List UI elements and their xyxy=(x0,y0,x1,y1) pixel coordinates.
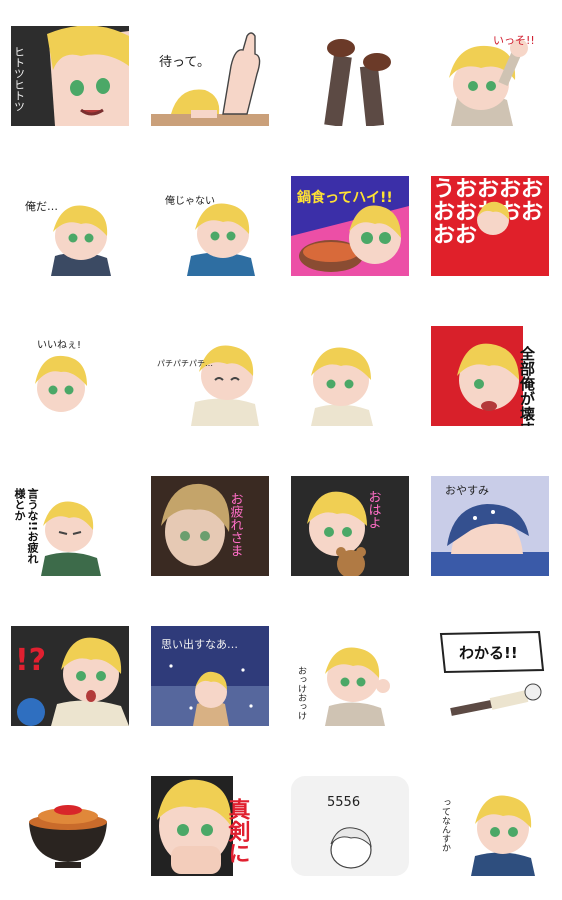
sticker-pachi-caption: パチパチパチ… xyxy=(157,359,213,368)
sticker-oreda-caption: 俺だ… xyxy=(25,199,58,213)
sticker-grid: ヒトツヒトツ 待って。 いっそ!! 俺だ… 俺じゃない 鍋食ってハイ!! うおお… xyxy=(0,0,562,900)
sticker-omoidasu-caption: 思い出すなあ… xyxy=(161,637,238,651)
sticker-nabe-art: 鍋食ってハイ!! xyxy=(291,176,409,276)
sticker-smile-art xyxy=(291,326,409,426)
sticker-hitotsu-caption: ヒトツヒトツ xyxy=(13,46,26,112)
sticker-oyasumi-art: おやすみ xyxy=(431,476,549,576)
sticker-5556-art: 5556 xyxy=(291,776,409,876)
sticker-wakaru-caption: わかる!! xyxy=(459,644,518,662)
sticker-uooo-art: うおおおおおおおおおおお xyxy=(431,176,549,276)
sticker-okke[interactable]: おっけおっけ xyxy=(291,626,409,726)
sticker-surprise[interactable]: !? xyxy=(11,626,129,726)
sticker-ohayo[interactable]: おはよ xyxy=(291,476,409,576)
sticker-pachi-art: パチパチパチ… xyxy=(151,326,269,426)
sticker-legs[interactable] xyxy=(291,26,409,126)
sticker-5556-caption: 5556 xyxy=(327,795,360,810)
sticker-ohayo-art: おはよ xyxy=(291,476,409,576)
sticker-shinken-caption: 真剣に xyxy=(225,797,252,864)
sticker-matte-art: 待って。 xyxy=(151,26,269,126)
sticker-zenbu[interactable]: 全部俺が壊す xyxy=(431,326,549,426)
sticker-orejanai-art: 俺じゃない xyxy=(151,176,269,276)
sticker-isso-art: いっそ!! xyxy=(431,26,549,126)
sticker-uooo[interactable]: うおおおおおおおおおおお xyxy=(431,176,549,276)
sticker-wakaru[interactable]: わかる!! xyxy=(431,626,549,726)
sticker-hitotsu-art: ヒトツヒトツ xyxy=(11,26,129,126)
sticker-smile[interactable] xyxy=(291,326,409,426)
sticker-surprise-art: !? xyxy=(11,626,129,726)
sticker-oreda[interactable]: 俺だ… xyxy=(11,176,129,276)
sticker-matte-caption: 待って。 xyxy=(159,55,210,70)
sticker-iuna-art: 言うな!!お疲れ様とか xyxy=(11,476,129,576)
sticker-shinken[interactable]: 真剣に xyxy=(151,776,269,876)
sticker-iinee-caption: いいねぇ! xyxy=(37,339,81,351)
sticker-otsukare-art: お疲れさま xyxy=(151,476,269,576)
sticker-iuna-caption: 言うな!!お疲れ様とか xyxy=(13,488,39,565)
sticker-hitotsu[interactable]: ヒトツヒトツ xyxy=(11,26,129,126)
sticker-nansuka-caption: ってなんすか xyxy=(440,798,451,852)
sticker-otsukare[interactable]: お疲れさま xyxy=(151,476,269,576)
sticker-shinken-art: 真剣に xyxy=(151,776,269,876)
sticker-iinee[interactable]: いいねぇ! xyxy=(11,326,129,426)
sticker-okke-caption: おっけおっけ xyxy=(296,666,306,720)
sticker-pachi[interactable]: パチパチパチ… xyxy=(151,326,269,426)
sticker-omoidasu[interactable]: 思い出すなあ… xyxy=(151,626,269,726)
sticker-matte[interactable]: 待って。 xyxy=(151,26,269,126)
sticker-legs-art xyxy=(291,26,409,126)
sticker-ohayo-caption: おはよ xyxy=(366,490,381,529)
sticker-orejanai-caption: 俺じゃない xyxy=(165,194,215,207)
sticker-oreda-art: 俺だ… xyxy=(11,176,129,276)
sticker-nabe-caption: 鍋食ってハイ!! xyxy=(297,189,393,206)
sticker-nabe[interactable]: 鍋食ってハイ!! xyxy=(291,176,409,276)
sticker-isso[interactable]: いっそ!! xyxy=(431,26,549,126)
sticker-isso-caption: いっそ!! xyxy=(493,34,535,47)
sticker-otsukare-caption: お疲れさま xyxy=(228,492,244,557)
sticker-iinee-art: いいねぇ! xyxy=(11,326,129,426)
sticker-iuna[interactable]: 言うな!!お疲れ様とか xyxy=(11,476,129,576)
sticker-donburi[interactable] xyxy=(11,776,129,876)
sticker-orejanai[interactable]: 俺じゃない xyxy=(151,176,269,276)
sticker-zenbu-caption: 全部俺が壊す xyxy=(518,345,536,426)
sticker-oyasumi-caption: おやすみ xyxy=(445,484,489,497)
sticker-nansuka[interactable]: ってなんすか xyxy=(431,776,549,876)
sticker-zenbu-art: 全部俺が壊す xyxy=(431,326,549,426)
sticker-donburi-art xyxy=(11,776,129,876)
sticker-nansuka-art: ってなんすか xyxy=(431,776,549,876)
sticker-omoidasu-art: 思い出すなあ… xyxy=(151,626,269,726)
sticker-oyasumi[interactable]: おやすみ xyxy=(431,476,549,576)
sticker-surprise-caption: !? xyxy=(15,643,46,678)
sticker-wakaru-art: わかる!! xyxy=(431,626,549,726)
sticker-okke-art: おっけおっけ xyxy=(291,626,409,726)
sticker-5556[interactable]: 5556 xyxy=(291,776,409,876)
